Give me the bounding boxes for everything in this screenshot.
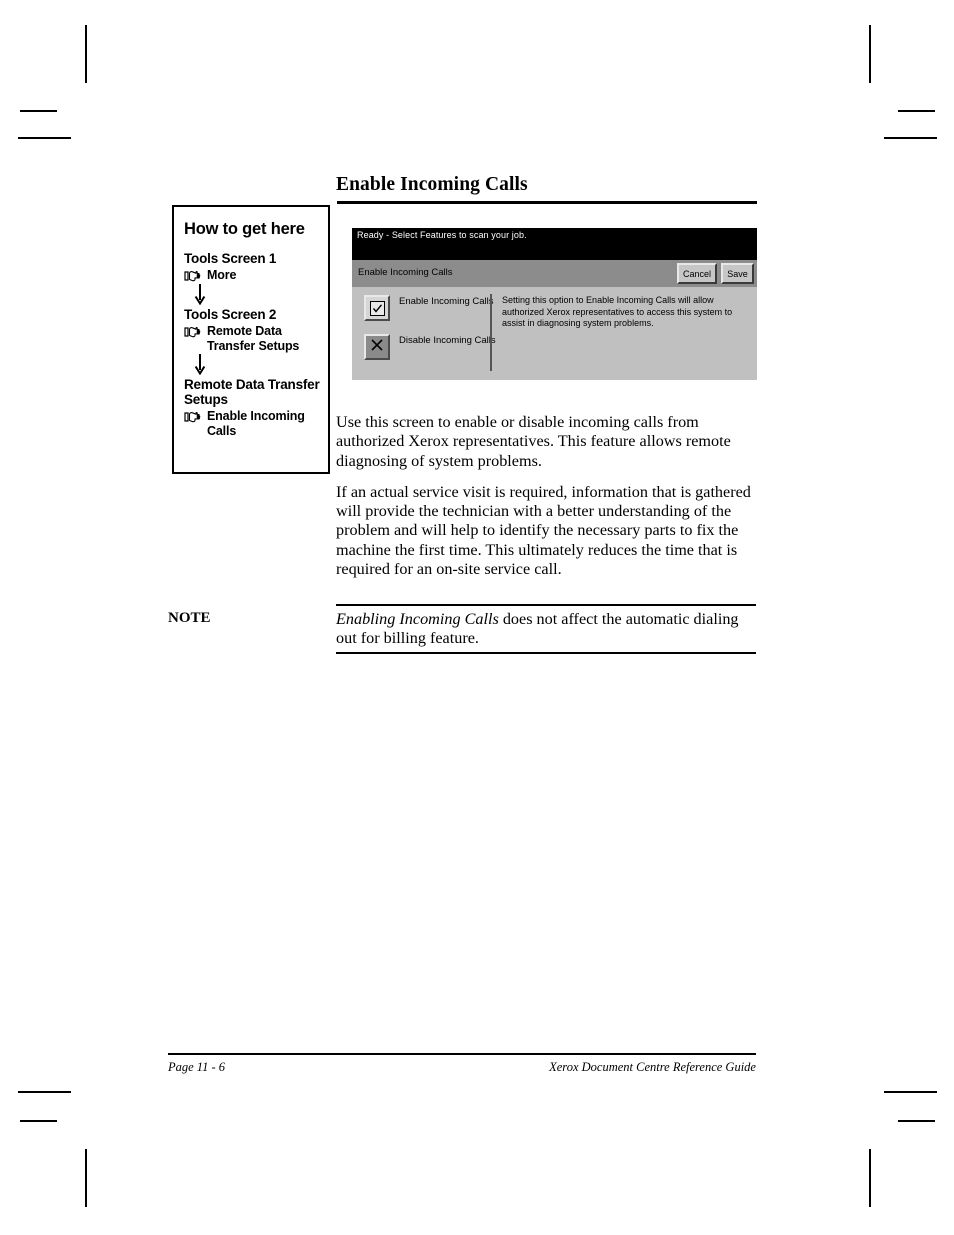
body-paragraph-2: If an actual service visit is required, … [336, 482, 751, 579]
option-enable-incoming-calls[interactable]: Enable Incoming Calls [364, 295, 494, 321]
crop-mark-bottom-right-vertical [869, 1149, 871, 1207]
sidebar-step-label: Remote Data Transfer Setups [207, 324, 300, 353]
sidebar-step-enable-incoming-calls: Enable Incoming Calls [184, 409, 320, 438]
crop-mark-bottom-right-horizontal-upper [884, 1091, 937, 1093]
crop-mark-top-left-vertical [85, 25, 87, 83]
sidebar-screen-tools-screen-1: Tools Screen 1 [184, 251, 277, 266]
down-arrow-icon [194, 354, 206, 375]
sidebar-step-label: More [207, 268, 237, 282]
sidebar-arrow-1 [184, 283, 320, 305]
ui-status-bar: Ready - Select Features to scan your job… [352, 228, 757, 260]
pointing-hand-icon [184, 410, 204, 424]
crop-mark-bottom-left-horizontal-lower [20, 1120, 57, 1122]
option-label: Disable Incoming Calls [399, 335, 496, 346]
footer-page-number: Page 11 - 6 [168, 1060, 226, 1074]
ui-dialog-title: Enable Incoming Calls [358, 267, 453, 278]
how-to-get-here-heading: How to get here [184, 220, 305, 238]
pointing-hand-icon [184, 269, 204, 283]
body-column: Use this screen to enable or disable inc… [336, 413, 760, 591]
ui-title-bar: Enable Incoming Calls Cancel Save [352, 260, 757, 287]
sidebar-screen-tools-screen-2: Tools Screen 2 [184, 307, 277, 322]
pointing-hand-icon [184, 325, 204, 339]
sidebar-step-remote-data-transfer-setups: Remote Data Transfer Setups [184, 324, 320, 353]
disable-incoming-calls-toggle[interactable] [364, 334, 390, 360]
sidebar-step-label: Enable Incoming Calls [207, 409, 305, 438]
crop-mark-top-left-horizontal-lower [18, 137, 71, 139]
crop-mark-top-left-horizontal-upper [20, 110, 57, 112]
ui-body: Enable Incoming Calls Disable Incoming C… [352, 287, 757, 380]
ui-vertical-divider [490, 294, 492, 371]
sidebar-screen-remote-data-transfer-setups: Remote Data Transfer Setups [184, 377, 320, 407]
option-disable-incoming-calls[interactable]: Disable Incoming Calls [364, 334, 496, 360]
crop-mark-top-right-vertical [869, 25, 871, 83]
option-label: Enable Incoming Calls [399, 296, 494, 307]
sidebar-step-more: More [184, 268, 320, 283]
cancel-button[interactable]: Cancel [677, 263, 717, 284]
note-body: Enabling Incoming Calls does not affect … [336, 610, 760, 649]
checkmark-icon [369, 300, 385, 316]
footer-rule [168, 1053, 756, 1055]
crop-mark-top-right-horizontal-upper [898, 110, 935, 112]
enable-incoming-calls-toggle[interactable] [364, 295, 390, 321]
body-paragraph-1: Use this screen to enable or disable inc… [336, 413, 731, 470]
footer-guide-title: Xerox Document Centre Reference Guide [549, 1060, 756, 1074]
note-emphasis: Enabling Incoming Calls [336, 610, 499, 628]
sidebar-arrow-2 [184, 353, 320, 375]
ui-status-text: Ready - Select Features to scan your job… [357, 230, 527, 240]
save-button[interactable]: Save [721, 263, 754, 284]
crop-mark-bottom-left-horizontal-upper [18, 1091, 71, 1093]
touchscreen-ui-panel: Ready - Select Features to scan your job… [352, 228, 757, 380]
crop-mark-bottom-left-vertical [85, 1149, 87, 1207]
note-rule-top [336, 604, 756, 606]
title-rule [337, 201, 757, 204]
crop-mark-bottom-right-horizontal-lower [898, 1120, 935, 1122]
x-mark-icon [370, 338, 384, 357]
how-to-get-here-box: How to get here Tools Screen 1 More Tool… [172, 205, 330, 474]
page-title: Enable Incoming Calls [336, 174, 528, 195]
crop-mark-top-right-horizontal-lower [884, 137, 937, 139]
note-rule-bottom [336, 652, 756, 654]
note-label: NOTE [168, 610, 211, 626]
ui-description-text: Setting this option to Enable Incoming C… [502, 295, 733, 328]
down-arrow-icon [194, 284, 206, 305]
